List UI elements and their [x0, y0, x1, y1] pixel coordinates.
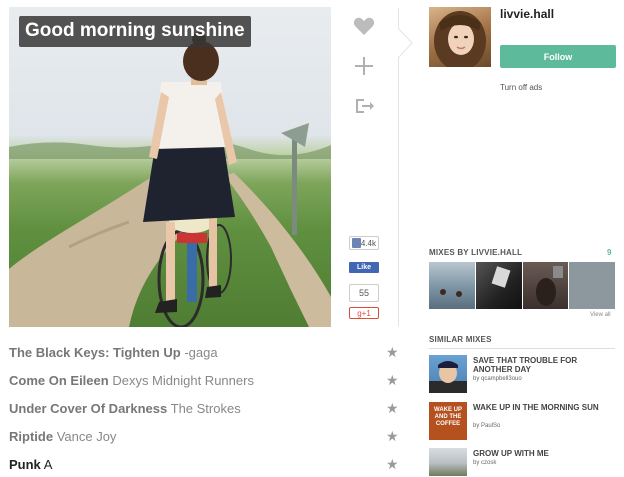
track-row[interactable]: Come On Eileen Dexys Midnight Runners ★ — [9, 371, 401, 393]
add-to-collection-button[interactable] — [352, 54, 376, 78]
share-button[interactable] — [352, 94, 376, 118]
track-artist: -gaga — [184, 345, 218, 360]
similar-mix-item[interactable]: SAVE THAT TROUBLE FOR ANOTHER DAY by qca… — [429, 355, 615, 395]
similar-mix-author: by czosk — [473, 460, 497, 466]
gplus-button[interactable]: g+1 — [349, 307, 379, 319]
track-row[interactable]: Punk A ★ — [9, 455, 401, 477]
share-icon — [356, 99, 374, 113]
track-text: Riptide Vance Joy — [9, 429, 116, 444]
gplus-label: g+1 — [357, 308, 371, 318]
star-icon[interactable]: ★ — [386, 400, 399, 417]
similar-mixes-rule — [429, 348, 615, 349]
mix-cover-image[interactable]: Good morning sunshine — [9, 7, 331, 327]
heart-icon — [353, 17, 375, 35]
star-icon[interactable]: ★ — [386, 456, 399, 473]
view-all-link[interactable]: View all — [590, 312, 611, 318]
track-artist: Dexys Midnight Runners — [112, 373, 254, 388]
facebook-like-count-value: 4.4k — [360, 238, 376, 248]
track-song: Riptide — [9, 429, 54, 444]
track-text: Come On Eileen Dexys Midnight Runners — [9, 373, 254, 388]
user-avatar[interactable] — [429, 7, 491, 67]
track-row[interactable]: Under Cover Of Darkness The Strokes ★ — [9, 399, 401, 421]
mix-thumbnail[interactable] — [569, 262, 615, 309]
mix-thumbnail-art — [491, 266, 511, 288]
avatar-illustration — [434, 11, 486, 67]
similar-mix-author: by PaulSo — [473, 423, 501, 429]
similar-mix-thumbnail-text: WAKE UP AND THE COFFEE — [433, 407, 462, 427]
facebook-like-label: Like — [356, 264, 371, 271]
track-artist: Vance Joy — [56, 429, 117, 444]
similar-mix-item[interactable]: GROW UP WITH ME by czosk — [429, 448, 615, 476]
plus-icon — [355, 57, 373, 75]
similar-mixes-heading: SIMILAR MIXES — [429, 335, 492, 344]
similar-mix-thumbnail-art — [429, 361, 467, 393]
star-icon[interactable]: ★ — [386, 428, 399, 445]
track-text: Under Cover Of Darkness The Strokes — [9, 401, 241, 416]
mix-thumbnail[interactable] — [522, 262, 569, 309]
mix-title: Good morning sunshine — [19, 16, 251, 47]
mix-thumbnail-art — [440, 289, 462, 297]
similar-mix-thumbnail: WAKE UP AND THE COFFEE — [429, 402, 467, 440]
mixes-by-heading[interactable]: MIXES BY LIVVIE.HALL — [429, 248, 615, 257]
mix-thumbnail-art — [535, 266, 563, 306]
track-artist: The Strokes — [170, 401, 241, 416]
like-heart-button[interactable] — [352, 14, 376, 38]
similar-mix-title: SAVE THAT TROUBLE FOR ANOTHER DAY — [473, 356, 578, 374]
track-song: Come On Eileen — [9, 373, 109, 388]
track-song: Under Cover Of Darkness — [9, 401, 168, 416]
similar-mix-author: by qcampbell3ouo — [473, 376, 522, 382]
mix-thumbnail[interactable] — [429, 262, 475, 309]
track-text: The Black Keys: Tighten Up -gaga — [9, 345, 218, 360]
facebook-like-button[interactable]: Like — [349, 262, 379, 273]
star-icon[interactable]: ★ — [386, 344, 399, 361]
star-icon[interactable]: ★ — [386, 372, 399, 389]
turn-off-ads-link[interactable]: Turn off ads — [500, 83, 542, 92]
mixes-by-count: 9 — [607, 248, 612, 257]
track-artist: A — [43, 457, 53, 472]
similar-mix-item[interactable]: WAKE UP AND THE COFFEE WAKE UP IN THE MO… — [429, 402, 615, 442]
track-row[interactable]: Riptide Vance Joy ★ — [9, 427, 401, 449]
mix-thumbnail[interactable] — [475, 262, 522, 309]
follow-button[interactable]: Follow — [500, 45, 616, 68]
track-row[interactable]: The Black Keys: Tighten Up -gaga ★ — [9, 343, 401, 365]
similar-mix-title: GROW UP WITH ME — [473, 449, 549, 458]
gplus-count: 55 — [349, 284, 379, 302]
gplus-count-value: 55 — [358, 288, 369, 298]
track-song: The Black Keys: Tighten Up — [9, 345, 181, 360]
track-text: Punk A — [9, 457, 52, 472]
facebook-like-count: 4.4k — [349, 236, 379, 250]
username[interactable]: livvie.hall — [500, 7, 554, 21]
thumbs-up-icon — [352, 238, 361, 248]
cover-illustration — [9, 32, 331, 327]
mixes-by-thumbnails — [429, 262, 615, 309]
similar-mix-thumbnail — [429, 355, 467, 393]
similar-mix-title: WAKE UP IN THE MORNING SUN — [473, 403, 599, 412]
divider-notch — [398, 28, 413, 58]
track-song: Punk — [9, 457, 41, 472]
similar-mix-thumbnail — [429, 448, 467, 476]
